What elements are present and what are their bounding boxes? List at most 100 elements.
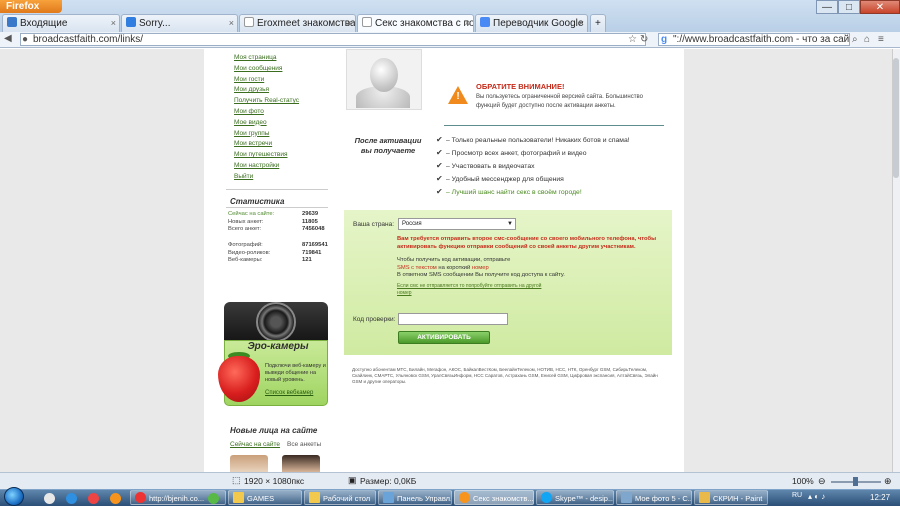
activate-button[interactable]: АКТИВИРОВАТЬ [398, 331, 490, 344]
firefox-icon[interactable] [110, 493, 121, 504]
stat-label: Новых анкет: [228, 218, 264, 225]
sms-notice: Вам требуется отправить второе смс-сообщ… [397, 236, 657, 250]
stats-block-2: Фотографий: 87169541 Видео-роликов: 719841… [228, 242, 328, 268]
taskbar-item[interactable]: Рабочий стол [304, 490, 376, 505]
webcam-list-link[interactable]: Список вебкамер [265, 390, 313, 396]
face-thumbnail[interactable] [230, 455, 268, 472]
clock[interactable]: 12:27 [870, 493, 890, 502]
benefit-text: – Лучший шанс найти секс в своём городе! [446, 189, 582, 196]
tab-inbox[interactable]: Входящие × [2, 14, 120, 32]
tab-sorry[interactable]: Sorry... × [121, 14, 238, 32]
sidebar-item-settings[interactable]: Мои настройки [234, 161, 334, 172]
taskbar-item[interactable]: GAMES [228, 490, 302, 505]
country-select[interactable]: Россия ▼ [398, 218, 516, 230]
alternative-number-link[interactable]: Если смс не отправляется то попробуйте о… [397, 283, 547, 297]
instruction-line: SMS с текстом на короткий номер [397, 265, 659, 273]
taskbar-item[interactable]: Мое фото 5 - С... [616, 490, 692, 505]
explorer-icon[interactable] [44, 493, 55, 504]
maximize-button[interactable]: □ [838, 0, 860, 14]
sidebar-item-my-page[interactable]: Моя страница [234, 53, 334, 64]
sidebar-item-photos[interactable]: Мои фото [234, 107, 334, 118]
sidebar-item-guests[interactable]: Мои гости [234, 75, 334, 86]
home-icon[interactable]: ⌂ [864, 34, 870, 45]
checkmark-icon: ✔ [436, 161, 443, 170]
sidebar-item-friends[interactable]: Мои друзья [234, 85, 334, 96]
close-icon[interactable]: × [347, 15, 352, 32]
tab-google-translate[interactable]: Переводчик Google × [475, 14, 588, 32]
sidebar-item-real-status[interactable]: Получить Real-статус [234, 96, 334, 107]
search-icon[interactable]: ⌕ [852, 34, 858, 45]
webcam-title: Эро-камеры [247, 341, 309, 352]
taskbar-label: Панель Управл... [397, 494, 452, 503]
tab-label: Sorry... [139, 18, 171, 29]
tab-label: Входящие [20, 18, 68, 29]
taskbar-item[interactable]: Skype™ - desip... [536, 490, 614, 505]
star-icon[interactable]: ☆ [628, 34, 637, 45]
url-text: broadcastfaith.com/links/ [33, 34, 144, 45]
page-icon [362, 17, 372, 27]
start-button[interactable] [4, 487, 24, 506]
sms-text-label: SMS с текстом [397, 264, 437, 271]
control-panel-icon [383, 492, 394, 503]
sidebar-item-meetings[interactable]: Мои встречи [234, 139, 334, 150]
country-label: Ваша страна: [353, 221, 395, 228]
tab-eroxmeet[interactable]: Eroxmeet знакомства ... × [239, 14, 356, 32]
checkmark-icon: ✔ [436, 174, 443, 183]
close-icon[interactable]: × [111, 15, 116, 32]
zoom-in-icon[interactable]: ⊕ [884, 476, 892, 487]
tab-online-now[interactable]: Сейчас на сайте [230, 441, 280, 448]
stat-value: 11805 [302, 218, 318, 225]
warning-title: ОБРАТИТЕ ВНИМАНИЕ! [476, 82, 565, 91]
verification-code-input[interactable] [398, 313, 508, 325]
zoom-out-icon[interactable]: ⊖ [818, 476, 826, 487]
globe-icon: ● [22, 34, 29, 45]
taskbar-label: Skype™ - desip... [555, 494, 614, 503]
search-input[interactable]: "://www.broadcastfaith.com - что за сайт… [658, 33, 850, 46]
folder-icon [309, 492, 320, 503]
language-indicator[interactable]: RU [792, 492, 802, 499]
taskbar-label: Секс знакомств... [473, 494, 534, 503]
image-dimensions: 1920 × 1080пкс [244, 476, 305, 486]
google-icon: g [661, 34, 668, 45]
taskbar-item[interactable]: Панель Управл... [378, 490, 452, 505]
scrollbar-thumb[interactable] [893, 58, 899, 178]
disk-icon: ▣ [348, 475, 357, 485]
menu-icon[interactable]: ≡ [878, 34, 884, 45]
chrome-icon[interactable] [208, 493, 219, 504]
taskbar-label: Мое фото 5 - С... [635, 494, 692, 503]
close-icon[interactable]: × [229, 15, 234, 32]
taskbar-item[interactable]: СКРИН - Paint [694, 490, 768, 505]
new-tab-button[interactable]: + [590, 14, 606, 32]
sidebar-item-travels[interactable]: Мои путешествия [234, 150, 334, 161]
tray-icons[interactable]: ▴ ◐ ♪ [808, 492, 825, 501]
back-arrow-icon[interactable]: ◀ [4, 33, 12, 44]
tab-sex-dating[interactable]: Секс знакомства с по... × [357, 14, 474, 32]
stat-label: Всего анкет: [228, 226, 262, 233]
face-thumbnail[interactable] [282, 455, 320, 472]
stat-value: 121 [302, 257, 312, 264]
close-button[interactable]: ✕ [860, 0, 900, 14]
opera-icon[interactable] [88, 493, 99, 504]
zoom-slider-thumb[interactable] [853, 477, 858, 486]
sidebar-item-messages[interactable]: Мои сообщения [234, 64, 334, 75]
firefox-menu-button[interactable]: Firefox [0, 0, 62, 13]
sidebar-item-video[interactable]: Мое видео [234, 118, 334, 129]
media-player-icon[interactable] [66, 493, 77, 504]
sidebar-item-groups[interactable]: Мои группы [234, 129, 334, 140]
close-icon[interactable]: × [579, 15, 584, 32]
stat-value: 87169541 [302, 242, 328, 248]
tab-all-profiles[interactable]: Все анкеты [287, 441, 321, 448]
reload-icon[interactable]: ↻ [640, 34, 648, 45]
image-viewer-icon [621, 492, 632, 503]
stats-title: Статистика [230, 197, 285, 206]
search-text: "://www.broadcastfaith.com - что за сайт… [673, 34, 850, 45]
taskbar-label: http://bjenih.co... [149, 494, 205, 503]
minimize-button[interactable]: — [816, 0, 838, 14]
activation-instructions: Чтобы получить код активации, отправьте … [397, 257, 659, 280]
url-bar[interactable]: broadcastfaith.com/links/ [20, 33, 646, 46]
close-icon[interactable]: × [465, 15, 470, 32]
operators-text: Доступно абонентам МТС, Билайн, Мегафон,… [352, 367, 658, 384]
sidebar-item-logout[interactable]: Выйти [234, 172, 334, 183]
taskbar-item-active[interactable]: Секс знакомств... [454, 490, 534, 505]
benefits-title: После активации вы получаете [354, 136, 422, 155]
